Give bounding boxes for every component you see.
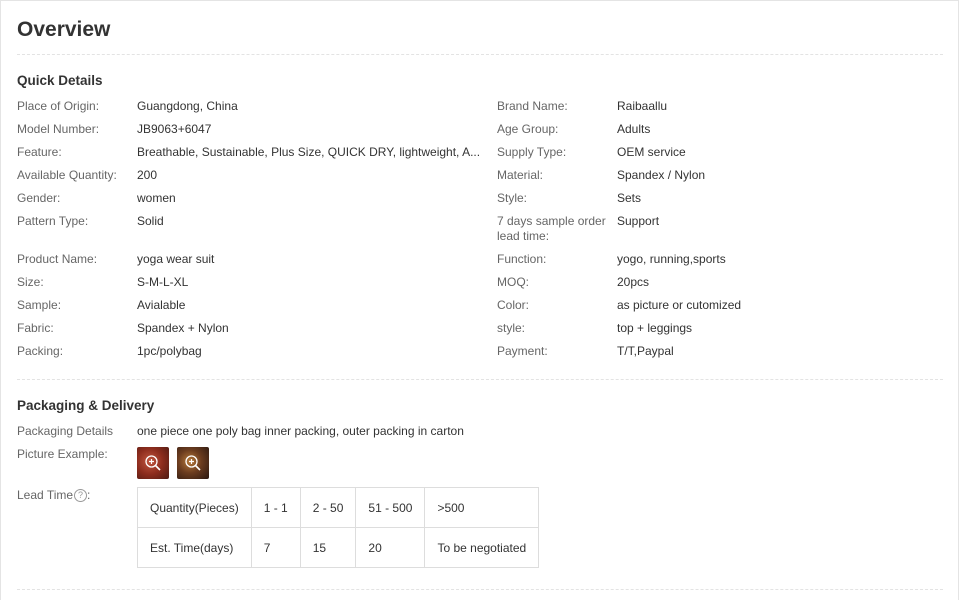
picture-thumbnail[interactable] [137,447,169,479]
available-quantity-value: 200 [137,168,158,182]
table-cell: 1 - 1 [250,487,301,528]
table-cell: 51 - 500 [355,487,426,528]
gender-label: Gender: [17,191,61,205]
color-label: Color: [497,298,530,312]
size-value: S-M-L-XL [137,275,189,289]
product-name-label: Product Name: [17,252,98,266]
available-quantity-label: Available Quantity: [17,168,117,182]
divider [17,54,943,55]
lead-time-colon: : [87,488,91,502]
table-cell: 15 [299,527,357,568]
style-value: Sets [617,191,642,205]
function-value: yogo, running,sports [617,252,726,266]
packaging-details-value: one piece one poly bag inner packing, ou… [137,424,464,438]
quick-details-heading: Quick Details [17,73,103,88]
material-value: Spandex / Nylon [617,168,706,182]
feature-label: Feature: [17,145,62,159]
zoom-in-icon [185,455,201,471]
age-group-value: Adults [617,122,651,136]
table-row: Est. Time(days) 7 15 20 To be negotiated [137,527,540,568]
sample-lead-time-value: Support [617,214,660,228]
sample-value: Avialable [137,298,186,312]
divider [17,589,943,590]
page-title: Overview [17,18,111,41]
table-cell: >500 [424,487,540,528]
style-label-2: style: [497,321,526,335]
lead-time-label-group: Lead Time?: [17,488,90,503]
picture-thumbnail[interactable] [177,447,209,479]
supply-type-value: OEM service [617,145,686,159]
payment-label: Payment: [497,344,548,358]
color-value: as picture or cutomized [617,298,742,312]
pattern-type-value: Solid [137,214,164,228]
zoom-in-icon [145,455,161,471]
gender-value: women [137,191,176,205]
age-group-label: Age Group: [497,122,559,136]
packaging-delivery-heading: Packaging & Delivery [17,398,155,413]
place-of-origin-value: Guangdong, China [137,99,238,113]
moq-label: MOQ: [497,275,529,289]
table-cell: Quantity(Pieces) [137,487,252,528]
picture-example-label: Picture Example: [17,447,108,461]
size-label: Size: [17,275,44,289]
style-value-2: top + leggings [617,321,693,335]
table-row: Quantity(Pieces) 1 - 1 2 - 50 51 - 500 >… [137,487,540,528]
table-cell: To be negotiated [424,527,540,568]
brand-name-value: Raibaallu [617,99,668,113]
sample-label: Sample: [17,298,62,312]
packaging-details-label: Packaging Details [17,424,114,438]
sample-lead-time-label: 7 days sample order lead time: [497,214,606,243]
model-number-label: Model Number: [17,122,100,136]
supply-type-label: Supply Type: [497,145,567,159]
brand-name-label: Brand Name: [497,99,568,113]
fabric-label: Fabric: [17,321,54,335]
table-cell: Est. Time(days) [137,527,252,568]
help-icon[interactable]: ? [74,489,88,503]
style-label: Style: [497,191,528,205]
lead-time-table: Quantity(Pieces) 1 - 1 2 - 50 51 - 500 >… [137,487,540,568]
moq-value: 20pcs [617,275,650,289]
pattern-type-label: Pattern Type: [17,214,89,228]
packing-value: 1pc/polybag [137,344,202,358]
table-cell: 7 [250,527,301,568]
function-label: Function: [497,252,547,266]
product-name-value: yoga wear suit [137,252,215,266]
packing-label: Packing: [17,344,64,358]
table-cell: 2 - 50 [299,487,357,528]
model-number-value: JB9063+6047 [137,122,212,136]
feature-value: Breathable, Sustainable, Plus Size, QUIC… [137,145,481,159]
place-of-origin-label: Place of Origin: [17,99,100,113]
divider [17,379,943,380]
lead-time-label: Lead Time [17,488,74,502]
fabric-value: Spandex + Nylon [137,321,229,335]
table-cell: 20 [355,527,426,568]
payment-value: T/T,Paypal [617,344,674,358]
material-label: Material: [497,168,544,182]
